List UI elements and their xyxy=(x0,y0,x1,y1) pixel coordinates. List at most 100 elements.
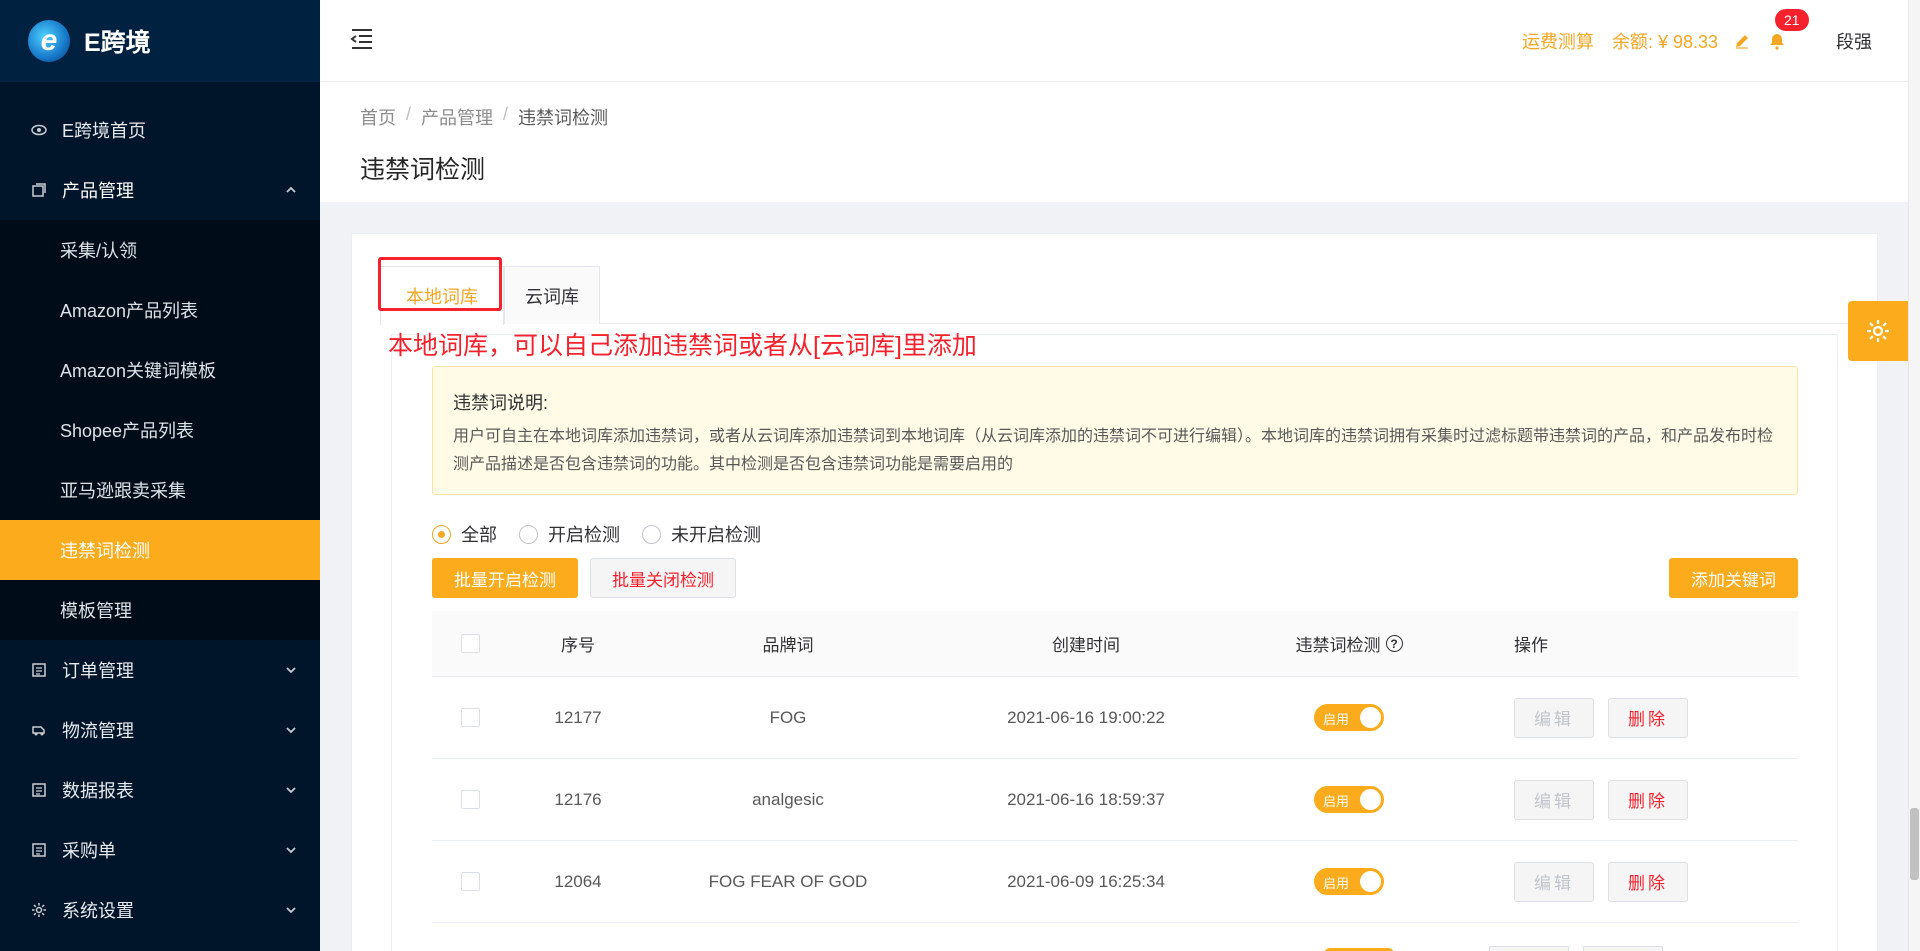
table-row: 12176 analgesic 2021-06-16 18:59:37 启用 编… xyxy=(432,759,1798,841)
eye-icon xyxy=(30,121,48,139)
floating-settings-button[interactable] xyxy=(1848,301,1908,361)
row-checkbox-cell xyxy=(432,790,508,809)
sidebar-item-label: 采购单 xyxy=(62,841,116,861)
batch-disable-button[interactable]: 批量关闭检测 xyxy=(590,558,736,598)
edit-button[interactable]: 编辑 xyxy=(1514,779,1594,820)
username[interactable]: 段强 xyxy=(1836,28,1872,54)
sidebar-item-orders[interactable]: 订单管理 xyxy=(0,640,320,700)
row-created: 2021-06-16 19:00:22 xyxy=(1007,707,1165,727)
tab-bar: 本地词库 云词库 xyxy=(380,266,1850,325)
toggle-knob xyxy=(1360,789,1381,810)
sidebar-item-purchase[interactable]: 采购单 xyxy=(0,820,320,880)
sidebar-item-label: 系统设置 xyxy=(62,901,134,921)
chevron-up-icon xyxy=(286,186,296,193)
radio-label: 未开启检测 xyxy=(671,525,761,545)
delete-button[interactable]: 删除 xyxy=(1608,779,1688,820)
header-ops: 操作 xyxy=(1514,636,1548,655)
sidebar-item-home[interactable]: E跨境首页 xyxy=(0,100,320,160)
chevron-down-icon xyxy=(286,787,296,794)
breadcrumb-section[interactable]: 产品管理 xyxy=(421,104,493,130)
list-icon xyxy=(30,661,48,679)
gear-icon xyxy=(30,901,48,919)
sidebar-item-templates[interactable]: 模板管理 xyxy=(0,580,320,640)
row-ops-cell: 编辑 删除 xyxy=(1454,779,1798,820)
chevron-down-icon xyxy=(286,667,296,674)
sidebar-item-product[interactable]: 产品管理 xyxy=(0,160,320,220)
radio-label: 全部 xyxy=(461,525,497,545)
scrollbar-thumb[interactable] xyxy=(1910,808,1919,880)
edit-button-partial[interactable] xyxy=(1489,946,1569,951)
tab-local-library[interactable]: 本地词库 xyxy=(380,266,504,325)
sidebar-item-reports[interactable]: 数据报表 xyxy=(0,760,320,820)
delete-button[interactable]: 删除 xyxy=(1608,861,1688,902)
detect-toggle[interactable]: 启用 xyxy=(1314,704,1384,731)
radio-label: 开启检测 xyxy=(548,525,620,545)
notice-title: 违禁词说明: xyxy=(453,393,549,413)
sidebar-item-label: E跨境首页 xyxy=(62,121,147,141)
breadcrumb-separator: / xyxy=(503,104,509,124)
row-detect-cell: 启用 xyxy=(1244,704,1454,731)
detect-toggle[interactable]: 启用 xyxy=(1314,786,1384,813)
row-checkbox-cell xyxy=(432,708,508,727)
delete-button-partial[interactable] xyxy=(1583,946,1663,951)
edit-button[interactable]: 编辑 xyxy=(1514,861,1594,902)
row-checkbox[interactable] xyxy=(460,790,480,809)
logo[interactable]: e E跨境 xyxy=(0,0,320,82)
filter-enabled-radio[interactable]: 开启检测 xyxy=(519,521,620,547)
table-row: 12177 FOG 2021-06-16 19:00:22 启用 编辑 删除 xyxy=(432,677,1798,759)
notice-text: 用户可自主在本地词库添加违禁词，或者从云词库添加违禁词到本地词库（从云词库添加的… xyxy=(453,428,1774,473)
row-id: 12177 xyxy=(554,707,602,727)
balance-text: 余额: ¥ 98.33 xyxy=(1611,32,1718,52)
batch-enable-button[interactable]: 批量开启检测 xyxy=(432,558,578,598)
vertical-scrollbar[interactable] xyxy=(1908,0,1920,951)
radio-dot xyxy=(642,524,661,544)
header-right: 运费测算 余额: ¥ 98.33 21 段强 xyxy=(1522,0,1872,82)
sidebar-item-settings[interactable]: 系统设置 xyxy=(0,880,320,940)
breadcrumb-home[interactable]: 首页 xyxy=(360,104,396,130)
filter-all-radio[interactable]: 全部 xyxy=(432,521,497,547)
notification-badge: 21 xyxy=(1774,8,1810,32)
purchase-icon xyxy=(30,841,48,859)
sidebar-item-amazon-products[interactable]: Amazon产品列表 xyxy=(0,280,320,340)
table-row: 12064 FOG FEAR OF GOD 2021-06-09 16:25:3… xyxy=(432,841,1798,923)
bell-icon[interactable]: 21 xyxy=(1768,8,1810,50)
sidebar-item-shopee-products[interactable]: Shopee产品列表 xyxy=(0,400,320,460)
breadcrumb-separator: / xyxy=(406,104,412,124)
report-icon xyxy=(30,781,48,799)
header-id: 序号 xyxy=(561,636,595,655)
sidebar-item-amazon-keywords[interactable]: Amazon关键词模板 xyxy=(0,340,320,400)
gear-icon xyxy=(1867,320,1889,342)
sidebar: e E跨境 E跨境首页 产品管理 采集/认领 Amazon产品列表 Amazon… xyxy=(0,0,320,951)
row-brand: analgesic xyxy=(752,789,824,809)
logo-text: E跨境 xyxy=(84,29,151,57)
sidebar-item-logistics[interactable]: 物流管理 xyxy=(0,700,320,760)
row-id: 12176 xyxy=(554,789,602,809)
add-keyword-button[interactable]: 添加关键词 xyxy=(1669,558,1798,598)
detect-toggle[interactable]: 启用 xyxy=(1314,868,1384,895)
sidebar-item-amazon-follow[interactable]: 亚马逊跟卖采集 xyxy=(0,460,320,520)
sidebar-item-collect[interactable]: 采集/认领 xyxy=(0,220,320,280)
sidebar-item-banned-words[interactable]: 违禁词检测 xyxy=(0,520,320,580)
toggle-knob xyxy=(1360,707,1381,728)
row-brand: FOG xyxy=(769,707,807,727)
edit-button[interactable]: 编辑 xyxy=(1514,697,1594,738)
header-checkbox-cell xyxy=(432,634,508,653)
sidebar-item-label: 数据报表 xyxy=(62,781,134,801)
menu-fold-icon[interactable] xyxy=(350,28,374,50)
help-icon[interactable]: ? xyxy=(1385,635,1403,652)
radio-dot xyxy=(432,524,451,544)
freight-calc-link[interactable]: 运费测算 xyxy=(1522,28,1594,54)
sidebar-item-label: 物流管理 xyxy=(62,721,134,741)
breadcrumb: 首页 / 产品管理 / 违禁词检测 xyxy=(360,104,608,130)
row-detect-cell: 启用 xyxy=(1244,786,1454,813)
annotation-text: 本地词库，可以自己添加违禁词或者从[云词库]里添加 xyxy=(388,332,977,360)
chevron-down-icon xyxy=(286,727,296,734)
tab-cloud-library[interactable]: 云词库 xyxy=(504,266,600,324)
filter-disabled-radio[interactable]: 未开启检测 xyxy=(642,521,761,547)
pen-icon[interactable] xyxy=(1734,33,1750,49)
row-checkbox[interactable] xyxy=(460,872,480,891)
row-checkbox[interactable] xyxy=(460,708,480,727)
toggle-label: 启用 xyxy=(1323,876,1350,891)
delete-button[interactable]: 删除 xyxy=(1608,697,1688,738)
select-all-checkbox[interactable] xyxy=(460,634,480,653)
